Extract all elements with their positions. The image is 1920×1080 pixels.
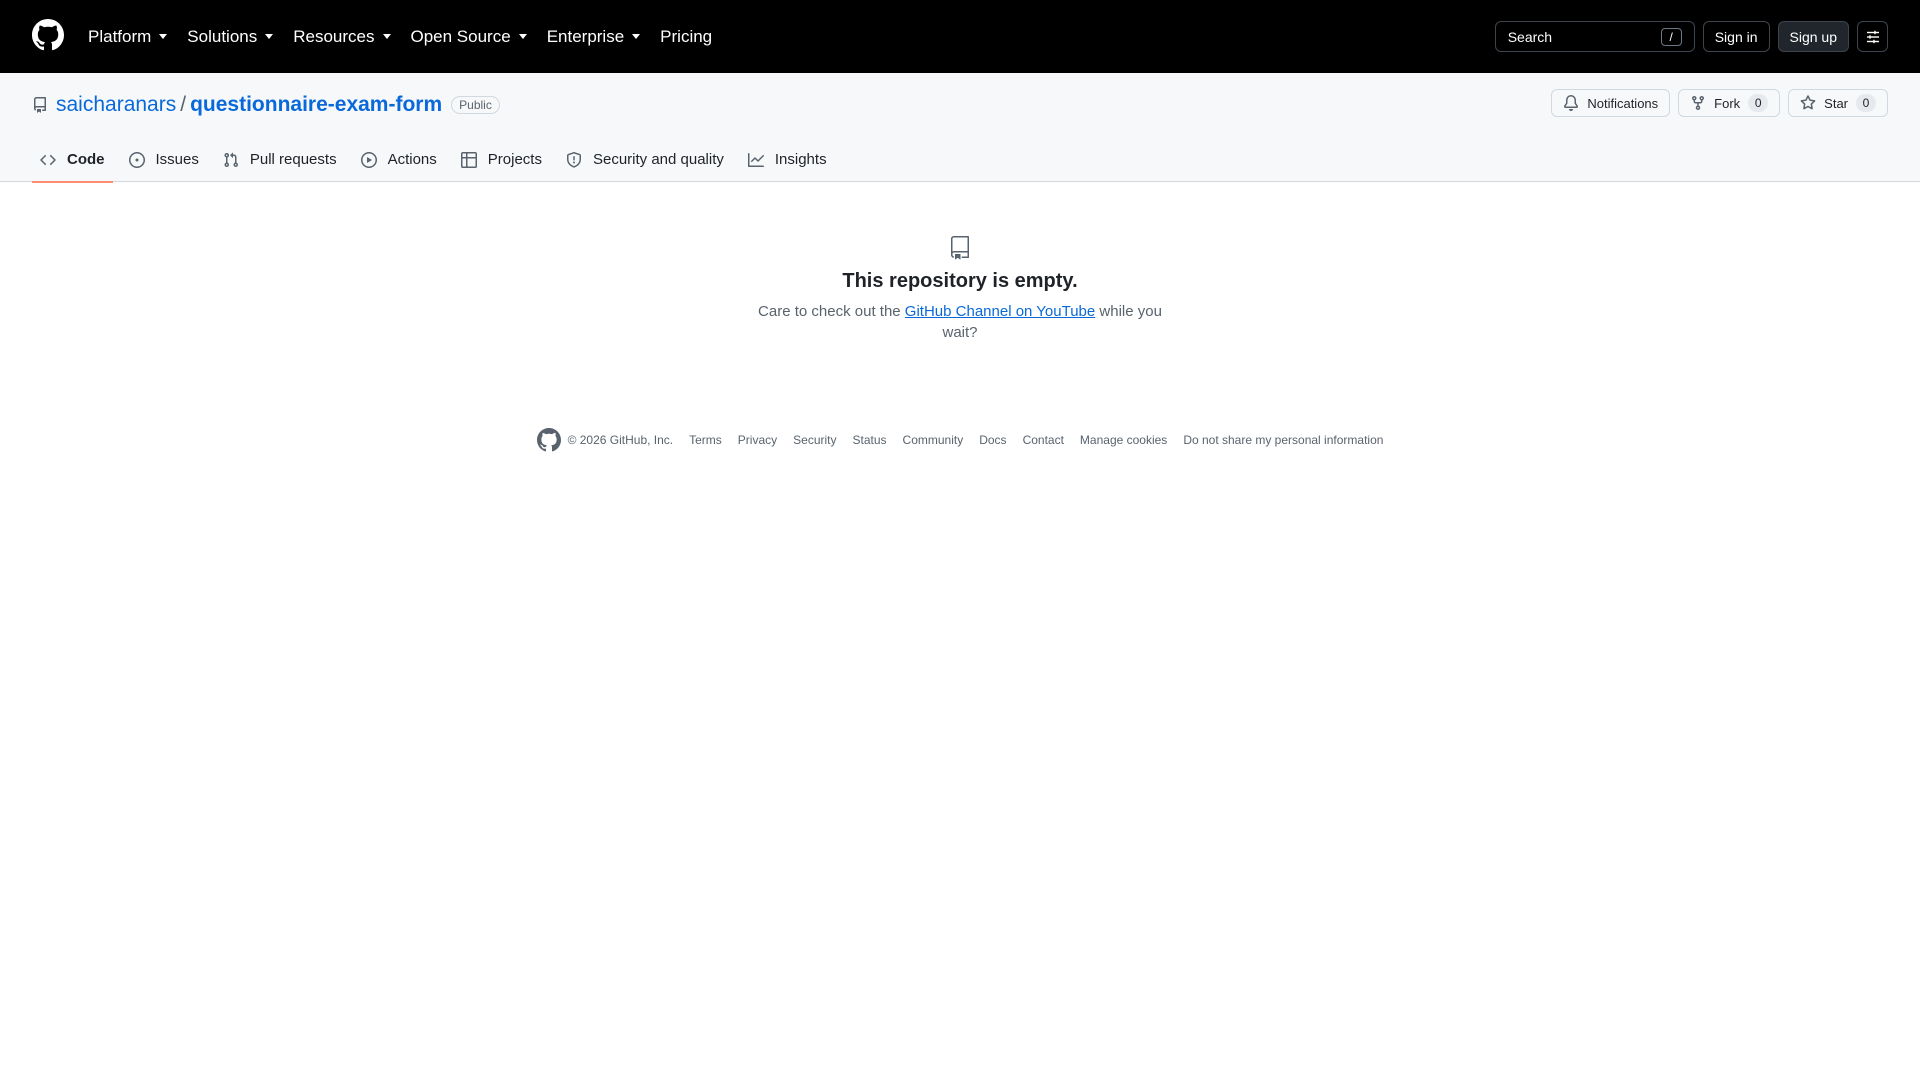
nav-solutions-label: Solutions xyxy=(187,26,258,46)
tab-projects-label: Projects xyxy=(487,151,542,168)
visibility-badge: Public xyxy=(451,96,500,114)
repo-header: saicharanars / questionnaire-exam-form P… xyxy=(0,73,1920,183)
tab-security[interactable]: Security and quality xyxy=(558,137,732,182)
tab-issues-label: Issues xyxy=(155,151,199,168)
sliders-icon xyxy=(1866,30,1879,43)
nav-resources-label: Resources xyxy=(293,26,375,46)
nav-resources[interactable]: Resources xyxy=(293,26,391,47)
copyright: © 2026 GitHub, Inc. xyxy=(567,433,674,447)
chevron-down-icon xyxy=(265,34,274,39)
nav-platform-label: Platform xyxy=(88,26,152,46)
site-footer: © 2026 GitHub, Inc. Terms Privacy Securi… xyxy=(0,428,1920,452)
repo-name-link[interactable]: questionnaire-exam-form xyxy=(190,93,442,117)
bell-icon xyxy=(1564,95,1579,111)
star-label: Star xyxy=(1824,95,1848,111)
repo-owner-link[interactable]: saicharanars xyxy=(56,93,176,117)
tab-insights[interactable]: Insights xyxy=(740,137,835,182)
footer-link-privacy[interactable]: Privacy xyxy=(738,433,777,447)
repo-icon xyxy=(951,236,969,260)
sign-up-button[interactable]: Sign up xyxy=(1777,21,1849,52)
repo-actions: Notifications Fork 0 Star 0 xyxy=(1543,89,1888,117)
empty-repo-message: Care to check out the GitHub Channel on … xyxy=(750,301,1170,343)
nav-pricing-label: Pricing xyxy=(660,26,713,46)
code-icon xyxy=(40,154,56,165)
footer-link-do-not-share[interactable]: Do not share my personal information xyxy=(1183,433,1383,447)
nav-pricing[interactable]: Pricing xyxy=(660,27,712,47)
footer-link-contact[interactable]: Contact xyxy=(1023,433,1064,447)
site-header: Platform Solutions Resources Open Source… xyxy=(0,0,1920,73)
chevron-down-icon xyxy=(159,34,168,39)
play-icon xyxy=(360,151,377,168)
graph-icon xyxy=(747,152,764,167)
tab-code-label: Code xyxy=(67,151,105,168)
footer-link-docs[interactable]: Docs xyxy=(979,433,1006,447)
github-logo-icon[interactable] xyxy=(536,428,561,452)
star-icon xyxy=(1800,95,1816,110)
table-icon xyxy=(460,151,477,168)
appearance-settings-button[interactable] xyxy=(1857,21,1888,52)
nav-enterprise-label: Enterprise xyxy=(546,26,625,46)
tab-actions-label: Actions xyxy=(387,151,437,168)
star-button[interactable]: Star 0 xyxy=(1788,89,1888,117)
nav-enterprise[interactable]: Enterprise xyxy=(546,26,641,47)
sign-in-button[interactable]: Sign in xyxy=(1702,21,1770,52)
chevron-down-icon xyxy=(518,34,527,39)
tab-security-label: Security and quality xyxy=(592,151,724,168)
nav-platform[interactable]: Platform xyxy=(88,26,168,47)
repo-tabs: Code Issues Pull requests Actions Projec… xyxy=(32,137,843,183)
nav-open-source[interactable]: Open Source xyxy=(411,27,527,47)
notifications-label: Notifications xyxy=(1587,95,1659,111)
fork-icon xyxy=(1692,96,1705,111)
top-nav: Platform Solutions Resources Open Source… xyxy=(88,0,732,73)
chevron-down-icon xyxy=(382,34,391,39)
fork-count: 0 xyxy=(1748,94,1769,112)
footer-link-manage-cookies[interactable]: Manage cookies xyxy=(1080,433,1167,447)
nav-open-source-label: Open Source xyxy=(410,26,511,46)
star-count: 0 xyxy=(1856,94,1876,112)
search-label: Search xyxy=(1507,28,1553,45)
tab-pull-requests[interactable]: Pull requests xyxy=(215,137,345,182)
nav-solutions[interactable]: Solutions xyxy=(187,26,274,47)
footer-link-security[interactable]: Security xyxy=(793,433,836,447)
empty-repo-blankslate: This repository is empty. Care to check … xyxy=(0,236,1920,343)
search-input[interactable]: Search / xyxy=(1494,21,1695,52)
message-text-before: Care to check out the xyxy=(758,303,905,320)
path-separator: / xyxy=(180,93,187,116)
repo-title: saicharanars / questionnaire-exam-form P… xyxy=(32,90,500,120)
fork-button[interactable]: Fork 0 xyxy=(1678,89,1781,117)
header-actions: Search / Sign in Sign up xyxy=(1494,21,1888,52)
github-logo-icon[interactable] xyxy=(32,19,64,51)
shield-icon xyxy=(566,151,581,168)
issue-icon xyxy=(128,151,145,168)
footer-link-terms[interactable]: Terms xyxy=(689,433,722,447)
tab-issues[interactable]: Issues xyxy=(121,137,207,182)
tab-code[interactable]: Code xyxy=(32,137,113,183)
pull-request-icon xyxy=(224,152,238,167)
tab-projects[interactable]: Projects xyxy=(453,137,550,182)
youtube-channel-link[interactable]: GitHub Channel on YouTube xyxy=(905,303,1095,320)
fork-label: Fork xyxy=(1714,95,1741,111)
notifications-button[interactable]: Notifications xyxy=(1551,89,1671,117)
tab-insights-label: Insights xyxy=(774,151,827,168)
empty-repo-title: This repository is empty. xyxy=(842,270,1078,292)
footer-link-status[interactable]: Status xyxy=(853,433,887,447)
footer-link-community[interactable]: Community xyxy=(903,433,964,447)
repo-icon xyxy=(34,97,46,113)
tab-actions[interactable]: Actions xyxy=(353,137,445,182)
search-shortcut-key: / xyxy=(1660,27,1682,46)
chevron-down-icon xyxy=(632,34,641,39)
tab-pull-requests-label: Pull requests xyxy=(249,151,337,168)
